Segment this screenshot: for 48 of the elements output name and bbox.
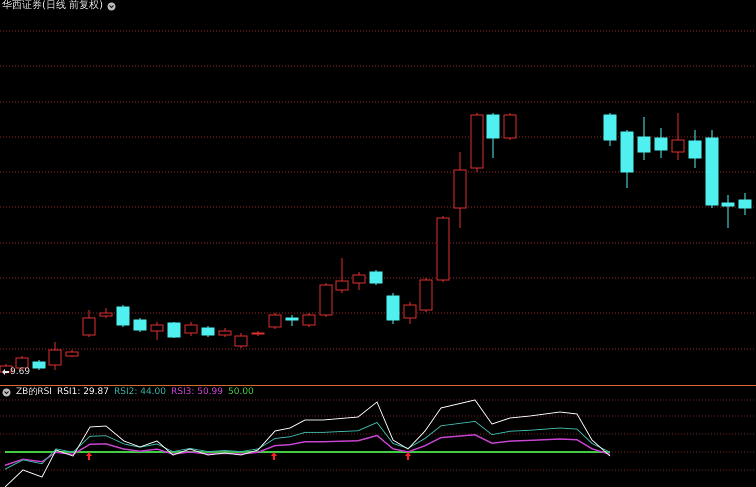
candlestick: [352, 272, 366, 290]
legend-label: RSI1: 29.87: [56, 387, 109, 398]
candlestick: [116, 304, 130, 328]
candlestick: [604, 112, 616, 146]
candlestick: [370, 270, 382, 286]
candlestick: [638, 116, 650, 160]
candlestick: [48, 342, 62, 370]
settings-icon[interactable]: [2, 388, 11, 397]
candlestick: [336, 258, 348, 294]
candlestick: [722, 194, 734, 228]
candlestick: [82, 310, 96, 338]
legend-label: ZB的RSI: [16, 387, 52, 398]
candlestick: [486, 112, 500, 158]
dropdown-icon[interactable]: [106, 2, 116, 10]
candlestick: [268, 312, 282, 330]
candlestick: [436, 216, 450, 282]
candlestick: [100, 308, 112, 318]
candlestick: [184, 322, 198, 336]
candlestick: [470, 112, 484, 172]
candlestick: [320, 282, 332, 318]
candlestick: [386, 292, 400, 324]
legend-label: 50.00: [228, 387, 254, 398]
candlestick: [654, 128, 668, 158]
candlestick: [234, 332, 248, 348]
candlestick: [302, 312, 316, 328]
candlestick: [620, 130, 634, 188]
candlestick: [150, 322, 164, 340]
up-arrow-icon: [405, 452, 411, 460]
legend-label: RSI2: 44.00: [114, 387, 166, 398]
candlestick: [218, 328, 232, 338]
candlestick: [404, 302, 416, 324]
candlestick: [66, 350, 78, 358]
candlestick: [688, 130, 702, 168]
candlestick: [202, 326, 214, 338]
arrow-icon: [2, 369, 9, 375]
candlestick: [168, 322, 180, 338]
up-arrow-icon: [86, 452, 92, 460]
candlestick: [738, 192, 752, 216]
candlestick: [672, 112, 684, 160]
low-price-label: 9.69: [10, 367, 30, 377]
candlestick: [32, 360, 46, 370]
chart-title: 华西证券(日线 前复权): [2, 0, 103, 12]
up-arrow-icon: [271, 452, 277, 460]
candlestick: [504, 112, 516, 140]
candlestick: [286, 314, 298, 326]
legend-label: RSI3: 50.99: [171, 387, 224, 398]
candlestick: [134, 318, 146, 332]
candlestick: [420, 278, 432, 312]
